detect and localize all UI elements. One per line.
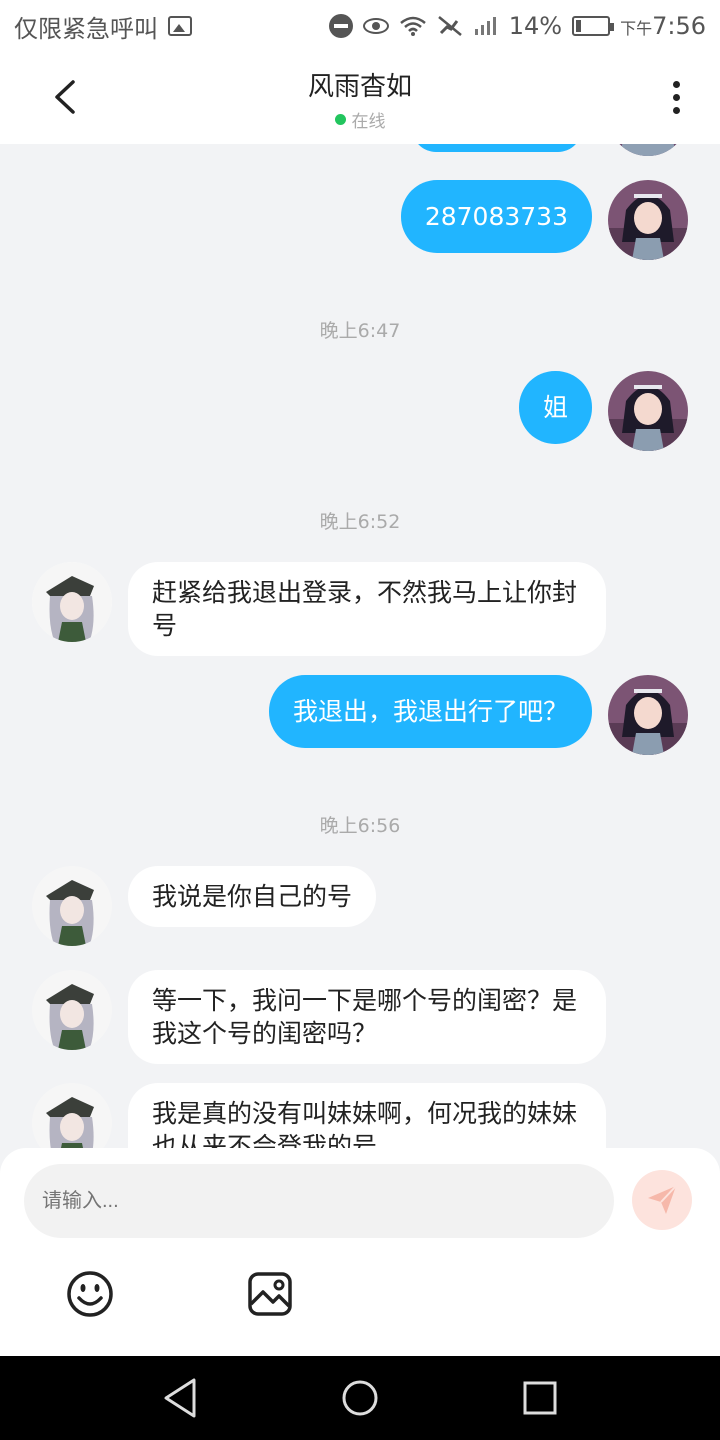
call-disabled-icon [437,16,462,36]
battery-icon [572,16,615,36]
message-bubble-received[interactable]: 我说是你自己的号 [128,866,377,927]
presence-label: 在线 [351,112,386,132]
image-button[interactable] [246,1270,294,1318]
nav-home-button[interactable] [340,1378,380,1418]
nav-back-button[interactable] [160,1376,200,1420]
my-avatar[interactable] [608,144,688,156]
message-bubble-received[interactable]: 我是真的没有叫妹妹啊，何况我的妹妹也从来不会登我的号 [128,1083,606,1148]
emoji-button[interactable] [66,1270,114,1318]
my-avatar[interactable] [608,180,688,260]
online-dot [334,114,346,125]
send-button[interactable] [632,1170,692,1230]
message-timestamp: 晚上6:52 [319,511,401,533]
carrier-text: 仅限紧急呼叫 [14,14,158,43]
more-options-button[interactable] [656,74,696,120]
more-vertical-icon [672,80,680,88]
message-timestamp: 晚上6:56 [319,815,401,837]
wifi-icon [399,16,426,36]
chat-header: 风雨杳如 在线 [0,52,720,144]
send-icon [648,1185,677,1214]
message-bubble-cropped[interactable] [412,144,582,152]
signal-icon [474,17,496,35]
image-icon [248,1272,292,1316]
message-bubble-sent[interactable]: 我退出，我退出行了吧？ [268,675,592,748]
nav-recents-button[interactable] [522,1380,558,1416]
my-avatar[interactable] [608,675,688,755]
message-input[interactable] [24,1164,614,1238]
my-avatar[interactable] [608,371,688,451]
system-navigation-bar [0,1356,720,1440]
title-box: 风雨杳如 在线 [0,66,720,132]
message-bubble-received[interactable]: 赶紧给我退出登录，不然我马上让你封号 [128,562,606,656]
status-bar: 仅限紧急呼叫 14% 下午7:56 [0,0,720,52]
presence-status: 在线 [334,107,386,132]
battery-percent: 14% [508,12,563,40]
message-bubble-received[interactable]: 等一下，我问一下是哪个号的闺密？是我这个号的闺密吗？ [128,970,606,1064]
message-list[interactable]: 287083733 晚上6:47 姐 晚上6:52 赶紧给我退出登录，不然我马上… [0,144,720,1148]
emoji-icon [67,1271,113,1317]
message-bubble-sent[interactable]: 姐 [518,371,592,444]
message-timestamp: 晚上6:47 [319,320,401,342]
clock: 下午7:56 [620,12,706,40]
contact-avatar[interactable] [32,562,112,642]
contact-avatar[interactable] [32,1083,112,1148]
contact-avatar[interactable] [32,866,112,946]
eye-comfort-icon [362,18,389,34]
composer-panel [0,1148,720,1356]
do-not-disturb-icon [328,14,353,38]
contact-avatar[interactable] [32,970,112,1050]
message-bubble-sent[interactable]: 287083733 [400,180,592,253]
gallery-notification-icon [168,16,192,36]
contact-name: 风雨杳如 [307,72,412,102]
